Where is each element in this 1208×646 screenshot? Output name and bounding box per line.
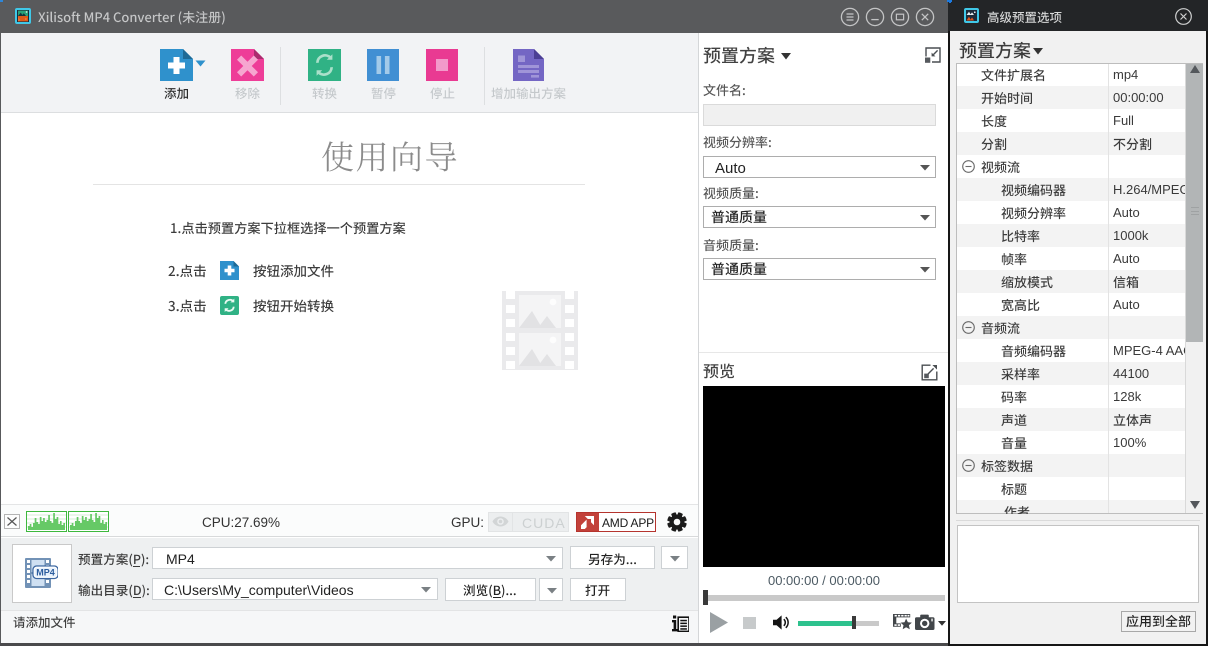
svg-text:MP4: MP4 xyxy=(36,568,55,578)
